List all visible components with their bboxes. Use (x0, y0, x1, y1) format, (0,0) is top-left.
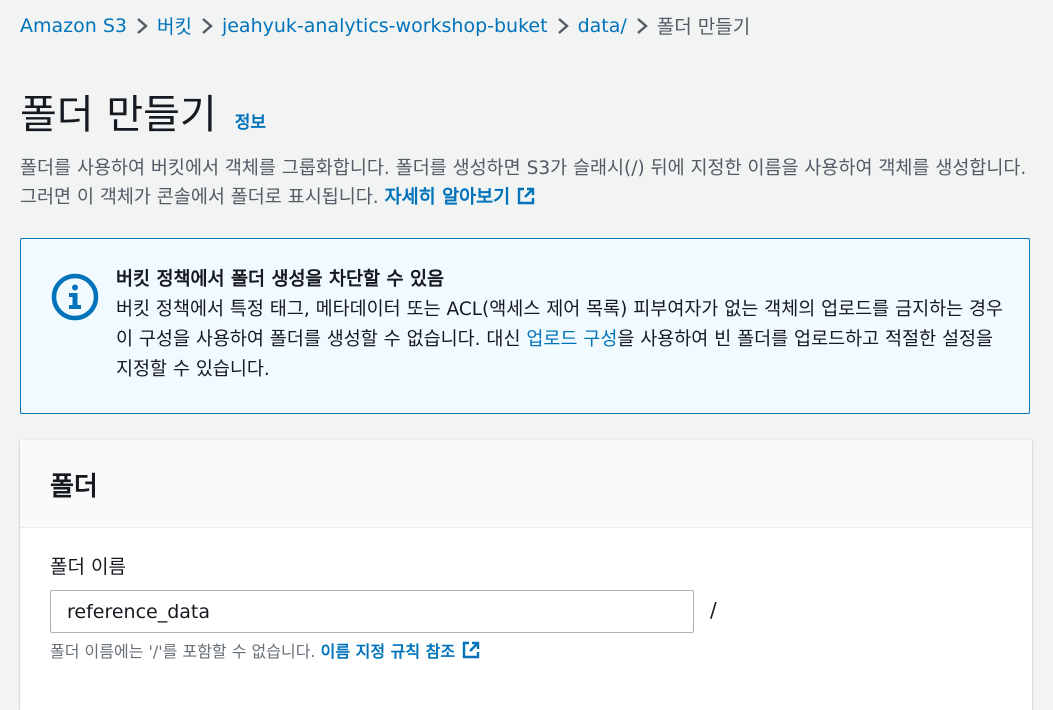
naming-rules-label: 이름 지정 규칙 참조 (320, 642, 456, 661)
page-description: 폴더를 사용하여 버킷에서 객체를 그룹화합니다. 폴더를 생성하면 S3가 슬… (20, 154, 1035, 215)
info-alert: 버킷 정책에서 폴더 생성을 차단할 수 있음 버킷 정책에서 특정 태그, 메… (20, 238, 1030, 414)
info-link[interactable]: 정보 (235, 108, 266, 133)
folder-panel: 폴더 폴더 이름 / 폴더 이름에는 '/'를 포함할 수 없습니다. 이름 지… (20, 440, 1032, 710)
info-icon (51, 273, 99, 325)
page-title: 폴더 만들기 (20, 92, 217, 138)
breadcrumb-data-folder[interactable]: data/ (578, 15, 627, 37)
breadcrumb: Amazon S3 버킷 jeahyuk-analytics-workshop-… (20, 12, 750, 39)
folder-name-hint: 폴더 이름에는 '/'를 포함할 수 없습니다. 이름 지정 규칙 참조 (50, 638, 481, 664)
page-header: 폴더 만들기 정보 (20, 82, 266, 140)
learn-more-link[interactable]: 자세히 알아보기 (385, 187, 537, 208)
chevron-right-icon (627, 13, 657, 38)
breadcrumb-buckets[interactable]: 버킷 (157, 12, 192, 39)
alert-content: 버킷 정책에서 폴더 생성을 차단할 수 있음 버킷 정책에서 특정 태그, 메… (116, 265, 1006, 385)
hint-text: 폴더 이름에는 '/'를 포함할 수 없습니다. (50, 642, 316, 661)
folder-name-label: 폴더 이름 (50, 556, 126, 578)
chevron-right-icon (548, 13, 578, 38)
alert-title: 버킷 정책에서 폴더 생성을 차단할 수 있음 (116, 269, 444, 290)
external-link-icon (516, 186, 536, 215)
panel-title: 폴더 (50, 472, 98, 502)
breadcrumb-amazon-s3[interactable]: Amazon S3 (20, 15, 127, 37)
folder-name-input[interactable] (50, 590, 694, 633)
breadcrumb-bucket-name[interactable]: jeahyuk-analytics-workshop-buket (222, 15, 548, 37)
chevron-right-icon (127, 13, 157, 38)
upload-config-link[interactable]: 업로드 구성 (526, 329, 617, 350)
naming-rules-link[interactable]: 이름 지정 규칙 참조 (320, 640, 481, 664)
breadcrumb-current: 폴더 만들기 (656, 16, 751, 38)
learn-more-label: 자세히 알아보기 (384, 187, 511, 208)
folder-suffix: / (710, 598, 717, 622)
alert-message: 버킷 정책에서 특정 태그, 메타데이터 또는 ACL(액세스 제어 목록) 피… (116, 295, 1006, 385)
external-link-icon (461, 640, 481, 664)
chevron-right-icon (192, 13, 222, 38)
panel-header: 폴더 (20, 440, 1032, 528)
